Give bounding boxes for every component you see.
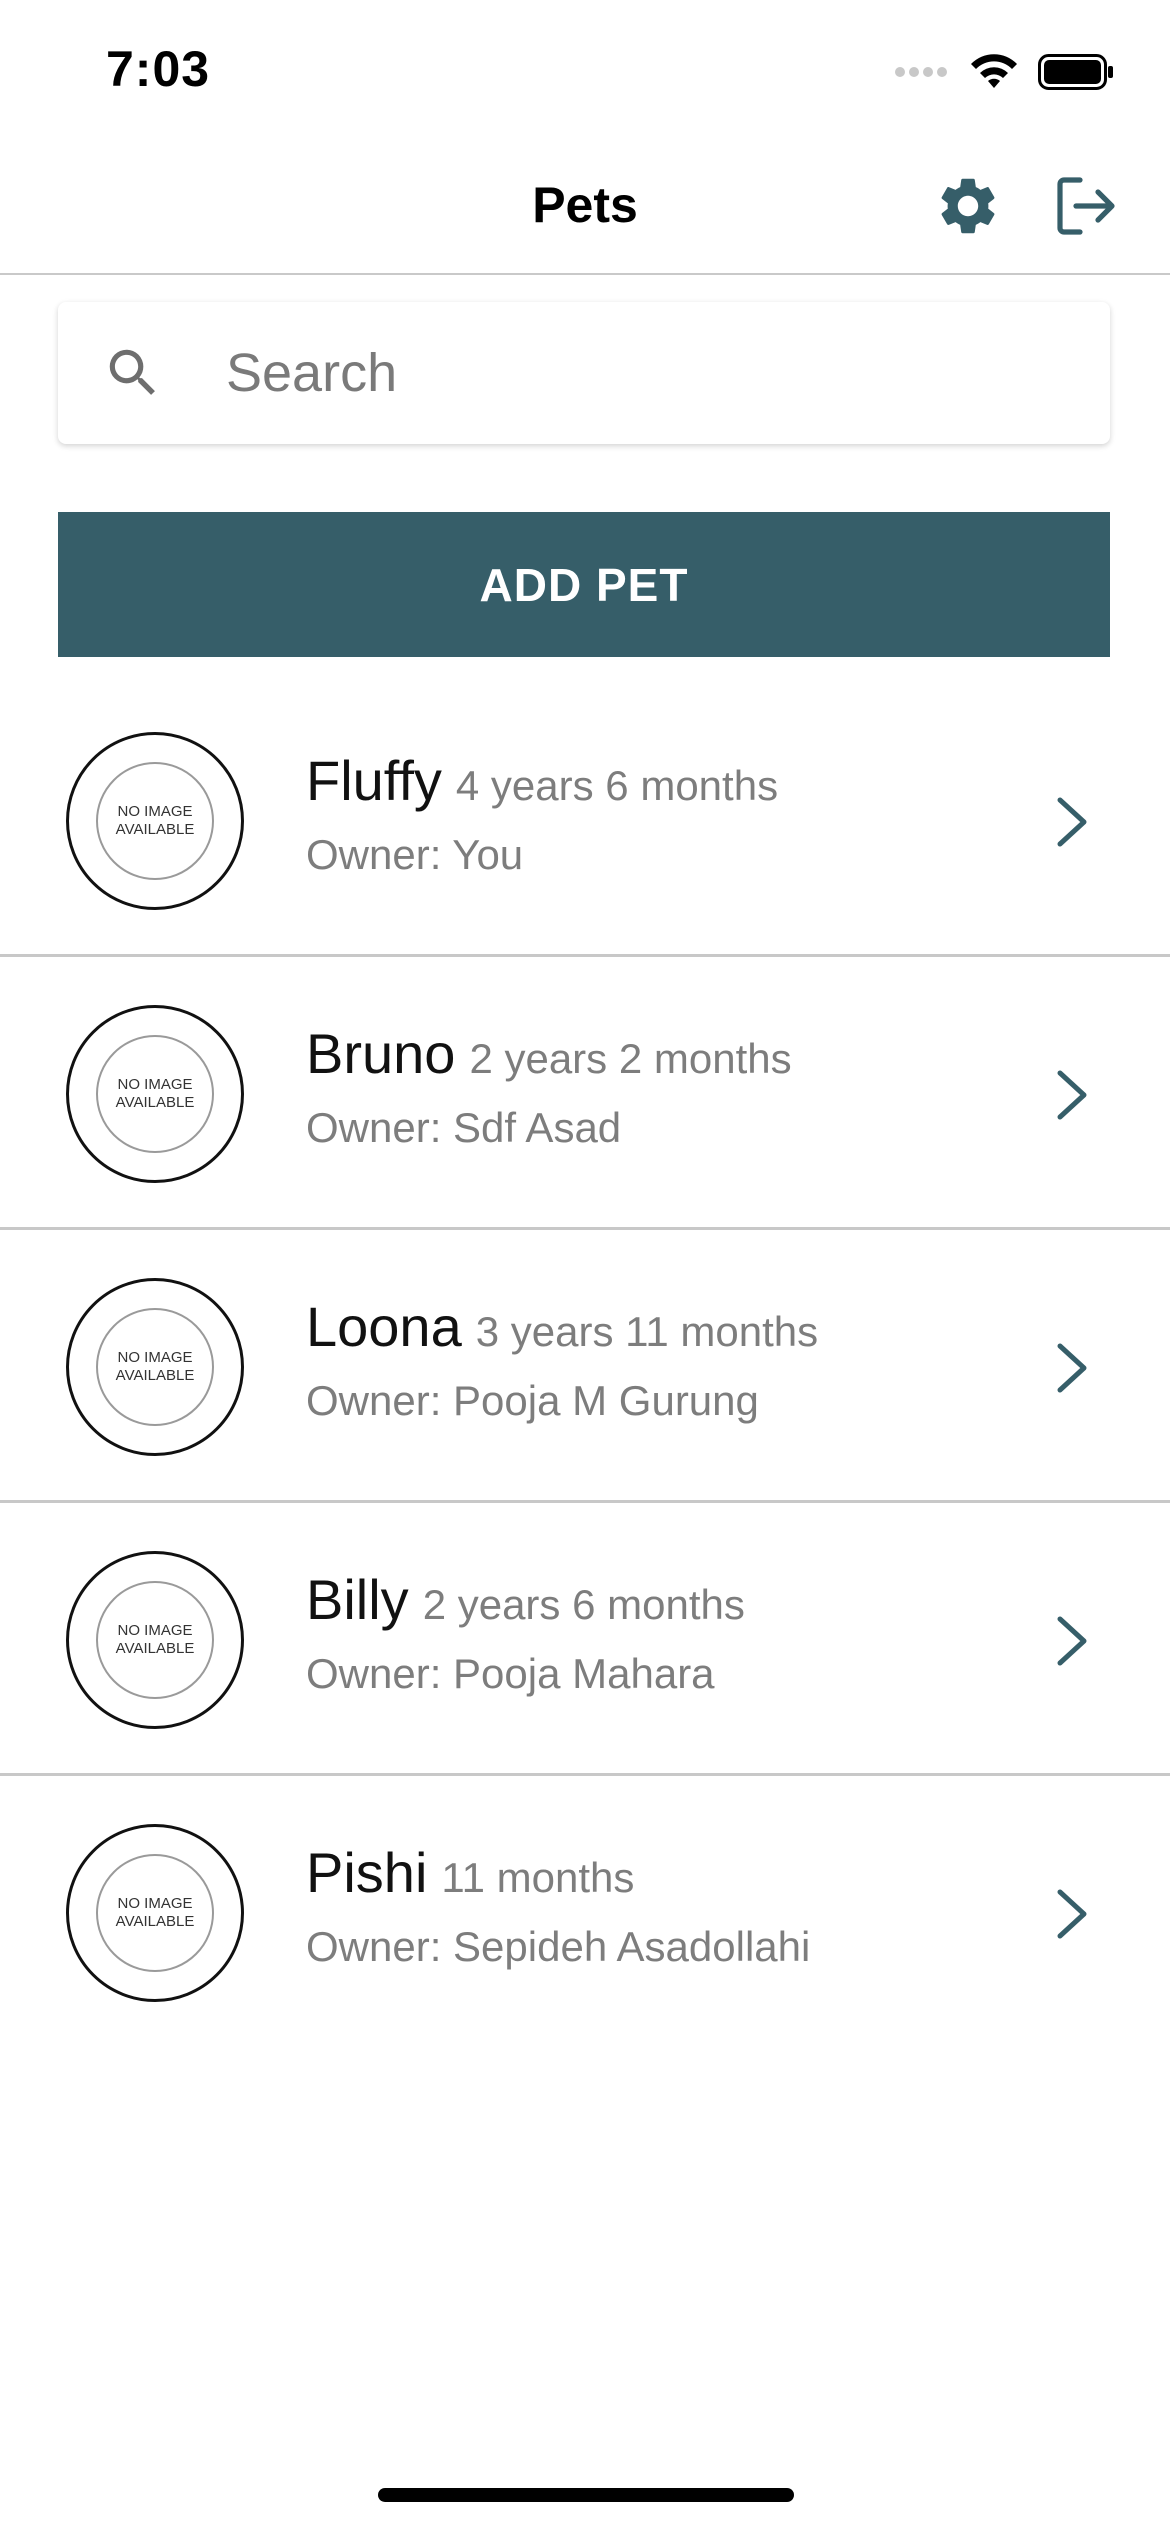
status-icons <box>894 52 1114 92</box>
pet-list-item[interactable]: NO IMAGE AVAILABLE Fluffy 4 years 6 month… <box>0 684 1170 957</box>
status-bar: 7:03 <box>0 0 1170 140</box>
pet-info: Pishi 11 months Owner: Sepideh Asadollahi <box>306 1838 1026 1971</box>
pet-avatar: NO IMAGE AVAILABLE <box>66 1005 244 1183</box>
pet-list-item[interactable]: NO IMAGE AVAILABLE Loona 3 years 11 month… <box>0 1230 1170 1503</box>
gear-icon <box>941 178 995 234</box>
settings-button[interactable] <box>932 170 1004 242</box>
chevron-right-icon <box>1057 1070 1087 1120</box>
pet-list-item[interactable]: NO IMAGE AVAILABLE Pishi 11 months Owner:… <box>0 1776 1170 2049</box>
battery-icon <box>1038 54 1113 90</box>
pet-owner: Owner: Sepideh Asadollahi <box>306 1923 811 1970</box>
pet-list: NO IMAGE AVAILABLE Fluffy 4 years 6 month… <box>0 684 1170 2049</box>
no-image-placeholder: NO IMAGE AVAILABLE <box>96 1035 214 1153</box>
pet-owner: Owner: Pooja M Gurung <box>306 1377 759 1424</box>
pet-name: Fluffy <box>306 749 442 812</box>
pet-avatar: NO IMAGE AVAILABLE <box>66 1824 244 2002</box>
no-image-placeholder: NO IMAGE AVAILABLE <box>96 762 214 880</box>
no-image-placeholder: NO IMAGE AVAILABLE <box>96 1581 214 1699</box>
pet-avatar: NO IMAGE AVAILABLE <box>66 1551 244 1729</box>
logout-button[interactable] <box>1050 170 1122 242</box>
navigation-bar: Pets <box>0 140 1170 275</box>
pet-info: Bruno 2 years 2 months Owner: Sdf Asad <box>306 1019 1026 1152</box>
pet-owner: Owner: Sdf Asad <box>306 1104 622 1151</box>
signal-icon <box>895 67 947 77</box>
pet-owner: Owner: Pooja Mahara <box>306 1650 715 1697</box>
pet-name: Billy <box>306 1568 409 1631</box>
search-icon <box>109 349 155 395</box>
wifi-icon <box>971 54 1017 88</box>
home-indicator[interactable] <box>378 2488 794 2502</box>
search-input[interactable] <box>226 328 1066 418</box>
pet-list-item[interactable]: NO IMAGE AVAILABLE Billy 2 years 6 months… <box>0 1503 1170 1776</box>
pet-age: 3 years 11 months <box>475 1308 819 1355</box>
pet-info: Billy 2 years 6 months Owner: Pooja Mahar… <box>306 1565 1026 1698</box>
pet-list-item[interactable]: NO IMAGE AVAILABLE Bruno 2 years 2 months… <box>0 957 1170 1230</box>
pet-owner: Owner: You <box>306 831 524 878</box>
add-pet-button[interactable]: ADD PET <box>58 512 1110 657</box>
status-time: 7:03 <box>106 41 211 97</box>
no-image-placeholder: NO IMAGE AVAILABLE <box>96 1308 214 1426</box>
chevron-right-icon <box>1057 1889 1087 1939</box>
pet-avatar: NO IMAGE AVAILABLE <box>66 732 244 910</box>
chevron-right-icon <box>1057 1343 1087 1393</box>
logout-icon <box>1057 177 1115 235</box>
pet-name: Loona <box>306 1295 462 1358</box>
pet-age: 11 months <box>441 1854 635 1901</box>
pet-age: 2 years 6 months <box>422 1581 745 1628</box>
pet-info: Loona 3 years 11 months Owner: Pooja M Gu… <box>306 1292 1026 1425</box>
chevron-right-icon <box>1057 797 1087 847</box>
pet-age: 2 years 2 months <box>469 1035 792 1082</box>
chevron-right-icon <box>1057 1616 1087 1666</box>
pet-age: 4 years 6 months <box>455 762 779 809</box>
pet-name: Bruno <box>306 1022 456 1085</box>
pet-name: Pishi <box>306 1841 428 1904</box>
search-bar <box>58 302 1110 444</box>
pet-info: Fluffy 4 years 6 months Owner: You <box>306 746 1026 879</box>
no-image-placeholder: NO IMAGE AVAILABLE <box>96 1854 214 1972</box>
pet-avatar: NO IMAGE AVAILABLE <box>66 1278 244 1456</box>
